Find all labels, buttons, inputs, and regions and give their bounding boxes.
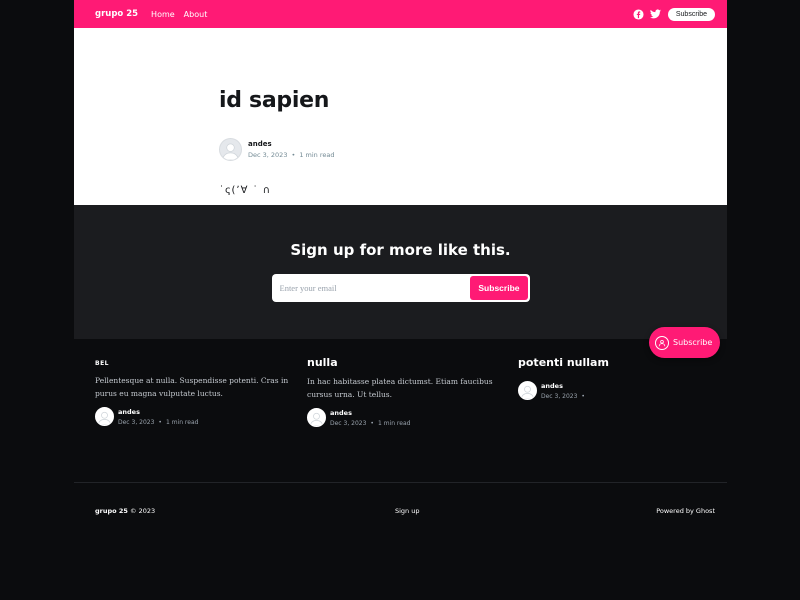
nav-about-link[interactable]: About — [184, 10, 208, 19]
card-title[interactable]: nulla — [307, 356, 507, 369]
card-byline: andes Dec 3, 2023 • 1 min read — [307, 408, 507, 427]
avatar-icon[interactable] — [518, 381, 537, 400]
facebook-icon[interactable] — [633, 8, 644, 20]
site-footer: grupo 25 © 2023 Sign up Powered by Ghost — [74, 482, 727, 542]
post-byline: andes Dec 3, 2023 • 1 min read — [219, 138, 334, 161]
floating-subscribe-button[interactable]: Subscribe — [649, 327, 720, 358]
card-author[interactable]: andes — [541, 382, 589, 390]
card-read-time: 1 min read — [377, 419, 411, 427]
footer-brand[interactable]: grupo 25 — [95, 507, 128, 515]
article: id sapien andes Dec 3, 2023 • 1 min read ˙… — [74, 28, 727, 205]
twitter-icon[interactable] — [649, 9, 661, 20]
footer-copyright: grupo 25 © 2023 — [95, 507, 155, 515]
feed-card[interactable]: potenti nullam andes Dec 3, 2023 • — [518, 356, 718, 400]
post-author[interactable]: andes — [248, 140, 334, 148]
card-read-time: 1 min read — [165, 418, 199, 426]
signup-form: Subscribe — [271, 274, 530, 302]
cta-title: Sign up for more like this. — [290, 241, 511, 259]
card-excerpt: In hac habitasse platea dictumst. Etiam … — [307, 377, 493, 399]
footer-powered-by[interactable]: Powered by Ghost — [656, 507, 715, 515]
cta-subscribe-button[interactable]: Subscribe — [470, 276, 528, 300]
card-byline: andes Dec 3, 2023 • — [518, 381, 718, 400]
feed-card[interactable]: BEL Pellentesque at nulla. Suspendisse p… — [95, 356, 295, 426]
avatar-icon[interactable] — [95, 407, 114, 426]
top-nav: grupo 25 Home About Subscribe — [74, 0, 727, 28]
card-meta: Dec 3, 2023 • 1 min read — [118, 418, 199, 426]
card-title[interactable]: BEL — [95, 360, 295, 367]
post-feed: BEL Pellentesque at nulla. Suspendisse p… — [74, 339, 727, 482]
site-brand[interactable]: grupo 25 — [95, 9, 138, 19]
post-body: ˙ҁ(ʼ∀ ˙ ∩ — [219, 185, 272, 196]
post-date: Dec 3, 2023 — [248, 151, 288, 159]
avatar-icon[interactable] — [219, 138, 242, 161]
post-meta: Dec 3, 2023 • 1 min read — [248, 151, 335, 159]
post-title: id sapien — [219, 88, 330, 113]
footer-year: © 2023 — [130, 507, 156, 515]
email-input[interactable] — [273, 283, 471, 293]
feed-card[interactable]: nulla In hac habitasse platea dictumst. … — [307, 356, 507, 427]
nav-subscribe-button[interactable]: Subscribe — [667, 7, 715, 21]
card-date: Dec 3, 2023 — [330, 419, 367, 427]
page: grupo 25 Home About Subscribe id sapien … — [74, 0, 727, 600]
card-date: Dec 3, 2023 — [118, 418, 155, 426]
card-meta: Dec 3, 2023 • 1 min read — [330, 419, 411, 427]
signup-cta: Sign up for more like this. Subscribe — [74, 205, 727, 339]
card-author[interactable]: andes — [330, 409, 410, 417]
card-byline: andes Dec 3, 2023 • 1 min read — [95, 407, 295, 426]
card-author[interactable]: andes — [118, 408, 198, 416]
floating-subscribe-label: Subscribe — [673, 338, 713, 347]
card-excerpt: Pellentesque at nulla. Suspendisse poten… — [95, 376, 289, 398]
avatar-icon[interactable] — [307, 408, 326, 427]
card-meta: Dec 3, 2023 • — [541, 392, 585, 400]
card-date: Dec 3, 2023 — [541, 392, 578, 400]
nav-actions: Subscribe — [627, 7, 715, 21]
subscribe-ring-icon — [655, 335, 669, 350]
post-read-time: 1 min read — [299, 151, 335, 159]
footer-signup-link[interactable]: Sign up — [395, 507, 420, 515]
nav-home-link[interactable]: Home — [151, 10, 175, 19]
